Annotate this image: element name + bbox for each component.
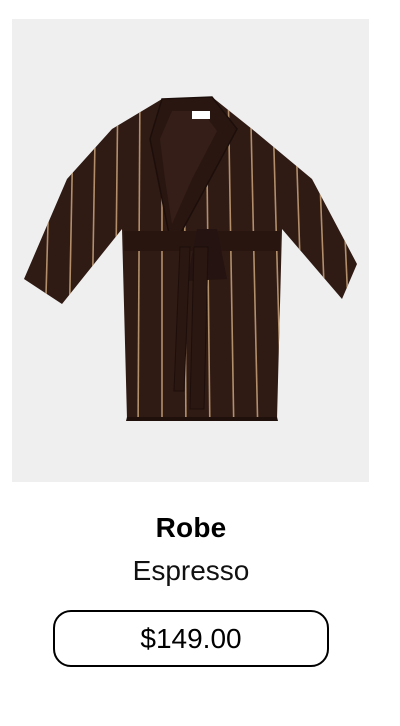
- robe-illustration: [24, 96, 357, 421]
- product-card[interactable]: Robe Espresso $149.00: [0, 0, 400, 726]
- price-label: $149.00: [140, 622, 242, 654]
- product-variant: Espresso: [132, 555, 250, 586]
- robe-label: [192, 111, 210, 119]
- product-name[interactable]: Robe: [0, 508, 382, 548]
- product-image[interactable]: [12, 19, 369, 482]
- price-button[interactable]: $149.00: [53, 610, 329, 667]
